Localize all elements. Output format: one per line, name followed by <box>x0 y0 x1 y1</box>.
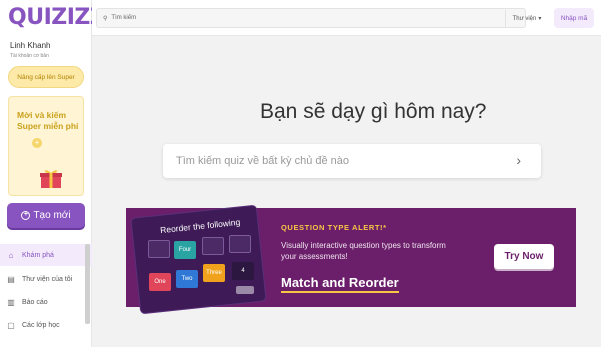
tile-three: Three <box>203 264 225 282</box>
submit-tab <box>236 286 254 294</box>
sidebar-item-library[interactable]: ▤ Thư viện của tôi <box>0 268 92 290</box>
quiz-search-input[interactable]: Tìm kiếm quiz về bất kỳ chủ đề nào › <box>163 144 541 178</box>
try-now-button[interactable]: Try Now <box>494 244 554 269</box>
quizizz-logo[interactable]: QUIZIZZ <box>8 5 106 30</box>
empty-slot <box>229 235 251 253</box>
promo-text: Mời và kiếm Super miễn phí <box>17 110 79 131</box>
top-bar: ⚲ Tìm kiếm Thư viện ▾ Nhập mã <box>92 0 601 36</box>
sidebar-item-reports[interactable]: ▥ Báo cáo <box>0 291 92 313</box>
create-label: Tạo mới <box>33 210 71 221</box>
sidebar-item-explore[interactable]: ⌂ Khám phá <box>0 244 92 266</box>
gift-icon <box>40 170 62 188</box>
sidebar-item-label: Thư viện của tôi <box>22 275 73 283</box>
plus-circle-icon: + <box>21 211 31 220</box>
page-title: Bạn sẽ dạy gì hôm nay? <box>260 100 487 123</box>
create-new-button[interactable]: + Tạo mới <box>7 203 85 228</box>
search-placeholder: Tìm kiếm <box>111 15 137 21</box>
empty-slot <box>202 237 224 255</box>
search-input[interactable]: ⚲ Tìm kiếm <box>96 8 526 28</box>
quiz-search-placeholder: Tìm kiếm quiz về bất kỳ chủ đề nào <box>176 155 350 167</box>
explore-icon: ⌂ <box>8 250 14 260</box>
reports-icon: ▥ <box>7 297 15 307</box>
sidebar: QUIZIZZ Linh Khanh Tài khoản cơ bản Nâng… <box>0 0 106 347</box>
alert-cta-text: Match and Reorder <box>281 275 399 293</box>
plus-icon: + <box>32 138 42 148</box>
library-select-label: Thư viện <box>512 15 537 22</box>
upgrade-button[interactable]: Nâng cấp lên Super <box>8 66 84 88</box>
user-account-type: Tài khoản cơ bản <box>10 53 49 59</box>
search-icon: ⚲ <box>103 15 108 22</box>
library-select[interactable]: Thư viện ▾ <box>505 10 548 27</box>
tile-two: Two <box>176 270 198 288</box>
sidebar-item-label: Khám phá <box>22 251 54 259</box>
invite-promo-card[interactable]: Mời và kiếm Super miễn phí + <box>8 96 84 196</box>
alert-description: Visually interactive question types to t… <box>281 241 446 261</box>
tile-four: Four <box>174 241 196 259</box>
sidebar-item-classes[interactable]: ▢ Các lớp học <box>0 314 92 336</box>
sidebar-scrollbar[interactable] <box>85 244 90 324</box>
sidebar-item-label: Báo cáo <box>22 298 48 306</box>
classes-icon: ▢ <box>7 320 15 330</box>
chevron-right-icon[interactable]: › <box>516 152 521 168</box>
empty-slot <box>148 240 170 258</box>
tile-one: One <box>149 273 171 291</box>
tile-number: 4 <box>232 262 254 280</box>
sidebar-item-label: Các lớp học <box>22 321 60 329</box>
enter-code-button[interactable]: Nhập mã <box>554 8 594 28</box>
alert-title: QUESTION TYPE ALERT!* <box>281 223 387 232</box>
user-name[interactable]: Linh Khanh <box>10 41 50 50</box>
library-icon: ▤ <box>7 274 15 284</box>
chevron-down-icon: ▾ <box>538 16 542 22</box>
